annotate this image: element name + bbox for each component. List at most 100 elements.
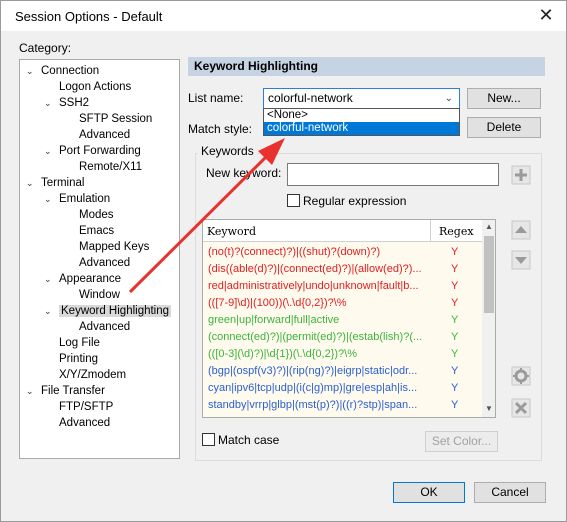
tree-item-connection[interactable]: ⌄ Connection bbox=[26, 63, 99, 79]
tree-item-label: Printing bbox=[59, 353, 98, 365]
table-row[interactable]: (no(t)?(connect)?)|((shut)?(down)?) Y bbox=[203, 244, 482, 261]
cancel-button[interactable]: Cancel bbox=[474, 482, 546, 503]
tree-item-ssh2[interactable]: ⌄ SSH2 bbox=[44, 95, 89, 111]
arrow-down-icon[interactable] bbox=[510, 249, 532, 271]
delete-list-button[interactable]: Delete bbox=[467, 117, 541, 138]
list-name-combo[interactable]: colorful-network ⌄ bbox=[263, 88, 460, 109]
regex-cell: Y bbox=[451, 297, 459, 309]
match-style-label: Match style: bbox=[188, 122, 253, 136]
regex-cell: Y bbox=[451, 331, 459, 343]
keyword-cell: green|up|forward|full|active bbox=[208, 314, 340, 326]
dropdown-option-colorful-network[interactable]: colorful-network bbox=[264, 122, 459, 135]
tree-item-label: FTP/SFTP bbox=[59, 401, 114, 413]
regex-cell: Y bbox=[451, 314, 459, 326]
tree-item-label: Logon Actions bbox=[59, 81, 132, 93]
title-bar: Session Options - Default ✕ bbox=[1, 1, 566, 31]
match-case-checkbox[interactable] bbox=[202, 433, 215, 446]
tree-item-label: File Transfer bbox=[41, 385, 105, 397]
table-row[interactable]: standby|vrrp|glbp|(mst(p)?)|((r)?stp)|sp… bbox=[203, 397, 482, 414]
tree-item-ftp-sftp[interactable]: FTP/SFTP bbox=[44, 399, 113, 415]
keyword-cell: red|administratively|undo|unknown|fault|… bbox=[208, 280, 419, 292]
chevron-down-icon[interactable]: ⌄ bbox=[44, 191, 54, 207]
table-row[interactable]: (([7-9]\d)|(100))(\.\d{0,2})?\% Y bbox=[203, 295, 482, 312]
list-name-label: List name: bbox=[188, 91, 244, 105]
table-row[interactable]: red|administratively|undo|unknown|fault|… bbox=[203, 278, 482, 295]
column-header-regex[interactable]: Regex bbox=[439, 225, 474, 238]
tree-item-label: SFTP Session bbox=[79, 113, 153, 125]
tree-item-label: Window bbox=[79, 289, 120, 301]
table-scrollbar[interactable]: ▲ ▼ bbox=[482, 220, 495, 417]
table-row[interactable]: (mtu|bw|dly|(sp(eed)?)|(duplex)) Y bbox=[203, 414, 482, 417]
delete-x-icon[interactable] bbox=[510, 397, 532, 419]
tree-item-label: Advanced bbox=[79, 129, 131, 141]
chevron-down-icon[interactable]: ⌄ bbox=[445, 89, 453, 108]
chevron-down-icon[interactable]: ⌄ bbox=[44, 271, 54, 287]
tree-item-advanced[interactable]: Advanced bbox=[64, 127, 130, 143]
table-row[interactable]: green|up|forward|full|active Y bbox=[203, 312, 482, 329]
table-row[interactable]: (dis((able(d)?)|(connect(ed)?)|(allow(ed… bbox=[203, 261, 482, 278]
gear-icon[interactable] bbox=[510, 365, 532, 387]
tree-item-appearance[interactable]: ⌄ Appearance bbox=[44, 271, 121, 287]
tree-item-label: Keyword Highlighting bbox=[59, 305, 172, 317]
cancel-button-label: Cancel bbox=[491, 485, 529, 499]
tree-item-remote-x11[interactable]: Remote/X11 bbox=[64, 159, 142, 175]
plus-icon[interactable] bbox=[510, 164, 532, 186]
keyword-cell: (no(t)?(connect)?)|((shut)?(down)?) bbox=[208, 246, 381, 258]
tree-item-emulation[interactable]: ⌄ Emulation bbox=[44, 191, 110, 207]
table-row[interactable]: (connect(ed)?)|(permit(ed)?)|(estab(lish… bbox=[203, 329, 482, 346]
tree-item-advanced[interactable]: Advanced bbox=[64, 255, 130, 271]
keywords-table[interactable]: Keyword Regex (no(t)?(connect)?)|((shut)… bbox=[202, 219, 496, 418]
arrow-up-icon[interactable] bbox=[510, 219, 532, 241]
tree-item-label: Appearance bbox=[59, 273, 122, 285]
new-keyword-input[interactable] bbox=[287, 163, 499, 186]
tree-item-emacs[interactable]: Emacs bbox=[64, 223, 114, 239]
table-row[interactable]: cyan|ipv6|tcp|udp|(i(c|g)mp)|gre|esp|ah|… bbox=[203, 380, 482, 397]
regex-cell: Y bbox=[451, 414, 458, 417]
match-case-label: Match case bbox=[218, 433, 280, 447]
tree-item-label: Advanced bbox=[59, 417, 111, 429]
tree-item-sftp-session[interactable]: SFTP Session bbox=[64, 111, 152, 127]
chevron-down-icon[interactable]: ⌄ bbox=[26, 175, 36, 191]
category-tree[interactable]: ⌄ Connection Logon Actions ⌄ SSH2 SFTP Sessio… bbox=[19, 59, 180, 459]
tree-item-label: Terminal bbox=[41, 177, 85, 189]
tree-item-x-y-zmodem[interactable]: X/Y/Zmodem bbox=[44, 367, 126, 383]
dropdown-option-none[interactable]: <None> bbox=[264, 109, 459, 122]
tree-item-modes[interactable]: Modes bbox=[64, 207, 114, 223]
tree-item-file-transfer[interactable]: ⌄ File Transfer bbox=[26, 383, 105, 399]
tree-item-label: Port Forwarding bbox=[59, 145, 141, 157]
chevron-down-icon[interactable]: ⌄ bbox=[26, 63, 36, 79]
tree-item-log-file[interactable]: Log File bbox=[44, 335, 100, 351]
regex-checkbox-label: Regular expression bbox=[303, 194, 407, 208]
new-keyword-label: New keyword: bbox=[206, 166, 282, 180]
tree-item-advanced[interactable]: Advanced bbox=[64, 319, 130, 335]
tree-item-port-forwarding[interactable]: ⌄ Port Forwarding bbox=[44, 143, 141, 159]
close-icon[interactable]: ✕ bbox=[535, 4, 557, 26]
regex-checkbox[interactable] bbox=[287, 194, 300, 207]
scroll-down-icon[interactable]: ▼ bbox=[482, 404, 495, 413]
tree-item-window[interactable]: Window bbox=[64, 287, 120, 303]
tree-item-keyword-highlighting[interactable]: ⌄ Keyword Highlighting bbox=[44, 303, 172, 319]
list-name-dropdown[interactable]: <None> colorful-network bbox=[263, 108, 460, 136]
tree-item-terminal[interactable]: ⌄ Terminal bbox=[26, 175, 84, 191]
ok-button[interactable]: OK bbox=[393, 482, 465, 503]
scrollbar-thumb[interactable] bbox=[484, 236, 494, 313]
tree-item-mapped-keys[interactable]: Mapped Keys bbox=[64, 239, 149, 255]
tree-item-label: Modes bbox=[79, 209, 114, 221]
tree-item-logon-actions[interactable]: Logon Actions bbox=[44, 79, 131, 95]
new-list-button[interactable]: New... bbox=[467, 88, 541, 109]
keyword-cell: (mtu|bw|dly|(sp(eed)?)|(duplex)) bbox=[208, 414, 428, 417]
chevron-down-icon[interactable]: ⌄ bbox=[44, 95, 54, 111]
tree-item-printing[interactable]: Printing bbox=[44, 351, 98, 367]
set-color-button[interactable]: Set Color... bbox=[425, 431, 498, 452]
chevron-down-icon[interactable]: ⌄ bbox=[44, 143, 54, 159]
chevron-down-icon[interactable]: ⌄ bbox=[44, 303, 54, 319]
chevron-down-icon[interactable]: ⌄ bbox=[26, 383, 36, 399]
keyword-cell: (([7-9]\d)|(100))(\.\d{0,2})?\% bbox=[208, 297, 347, 309]
table-row[interactable]: (bgp|(ospf(v3)?)|(rip(ng)?)|eigrp|static… bbox=[203, 363, 482, 380]
keyword-cell: (dis((able(d)?)|(connect(ed)?)|(allow(ed… bbox=[208, 263, 422, 275]
table-row[interactable]: (([0-3](\d)?)|\d{1})(\.\d{0,2})?\% Y bbox=[203, 346, 482, 363]
column-header-keyword[interactable]: Keyword bbox=[207, 225, 256, 238]
scroll-up-icon[interactable]: ▲ bbox=[482, 222, 495, 231]
tree-item-advanced[interactable]: Advanced bbox=[44, 415, 110, 431]
tree-item-label: Remote/X11 bbox=[79, 161, 143, 173]
